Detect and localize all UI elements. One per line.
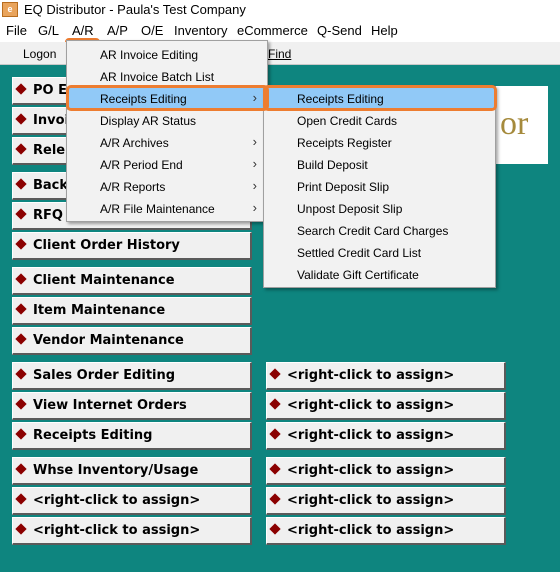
menu-ar[interactable]: A/R (72, 23, 94, 38)
annotation-outline-receipts (263, 85, 497, 111)
shortcut-label: Receipts Editing (33, 428, 153, 443)
shortcut-label: <right-click to assign> (287, 493, 455, 508)
bullet-icon (15, 273, 27, 285)
bullet-icon (15, 398, 27, 410)
shortcut-button[interactable]: Whse Inventory/Usage (12, 457, 252, 485)
logo-text: or (500, 105, 529, 142)
menu-item-print-deposit-slip[interactable]: Print Deposit Slip (264, 176, 495, 198)
shortcut-button[interactable]: <right-click to assign> (12, 487, 252, 515)
bullet-icon (15, 303, 27, 315)
receipts-submenu: Receipts Editing Open Credit Cards Recei… (263, 86, 496, 288)
ar-dropdown-menu: AR Invoice Editing AR Invoice Batch List… (66, 40, 268, 222)
shortcut-button[interactable]: <right-click to assign> (266, 457, 506, 485)
shortcut-button[interactable]: <right-click to assign> (266, 422, 506, 450)
bullet-icon (15, 238, 27, 250)
shortcut-label: <right-click to assign> (287, 523, 455, 538)
shortcut-button[interactable]: Sales Order Editing (12, 362, 252, 390)
shortcut-button[interactable]: Client Maintenance (12, 267, 252, 295)
bullet-icon (15, 143, 27, 155)
shortcut-label: <right-click to assign> (33, 523, 201, 538)
bullet-icon (15, 178, 27, 190)
bullet-icon (15, 428, 27, 440)
bullet-icon (15, 523, 27, 535)
menu-gl[interactable]: G/L (38, 23, 59, 38)
shortcut-label: Invoi (33, 113, 69, 128)
shortcut-label: Item Maintenance (33, 303, 166, 318)
menu-item-unpost-deposit-slip[interactable]: Unpost Deposit Slip (264, 198, 495, 220)
shortcut-label: Sales Order Editing (33, 368, 176, 383)
menu-item-open-credit-cards[interactable]: Open Credit Cards (264, 110, 495, 132)
shortcut-label: View Internet Orders (33, 398, 187, 413)
bullet-icon (269, 428, 281, 440)
menu-item-ar-invoice-editing[interactable]: AR Invoice Editing (67, 44, 267, 66)
menu-item-ar-reports[interactable]: A/R Reports › (67, 176, 267, 198)
bullet-icon (15, 463, 27, 475)
bullet-icon (269, 493, 281, 505)
menu-inventory[interactable]: Inventory (174, 23, 227, 38)
bullet-icon (269, 523, 281, 535)
shortcut-label: Client Maintenance (33, 273, 175, 288)
title-bar: e EQ Distributor - Paula's Test Company (0, 0, 560, 20)
shortcut-button[interactable]: <right-click to assign> (266, 392, 506, 420)
bullet-icon (15, 333, 27, 345)
shortcut-label: <right-click to assign> (287, 428, 455, 443)
menu-item-build-deposit[interactable]: Build Deposit (264, 154, 495, 176)
chevron-right-icon: › (252, 200, 257, 215)
bullet-icon (15, 83, 27, 95)
find-button[interactable]: Find (268, 47, 291, 61)
bullet-icon (15, 493, 27, 505)
menu-qsend[interactable]: Q-Send (317, 23, 362, 38)
menu-ecommerce[interactable]: eCommerce (237, 23, 308, 38)
shortcut-button[interactable]: <right-click to assign> (266, 517, 506, 545)
menu-item-ar-archives[interactable]: A/R Archives › (67, 132, 267, 154)
shortcut-label: <right-click to assign> (287, 463, 455, 478)
bullet-icon (269, 398, 281, 410)
shortcut-label: Rele (33, 143, 66, 158)
shortcut-button[interactable]: <right-click to assign> (12, 517, 252, 545)
shortcut-label: <right-click to assign> (287, 368, 455, 383)
bullet-icon (15, 208, 27, 220)
shortcut-button[interactable]: <right-click to assign> (266, 487, 506, 515)
menu-item-settled-credit-card-list[interactable]: Settled Credit Card List (264, 242, 495, 264)
menu-bar: File G/L A/R A/P O/E Inventory eCommerce… (0, 20, 560, 63)
menu-item-receipts-register[interactable]: Receipts Register (264, 132, 495, 154)
menu-item-validate-gift-certificate[interactable]: Validate Gift Certificate (264, 264, 495, 286)
chevron-right-icon: › (252, 178, 257, 193)
bullet-icon (15, 368, 27, 380)
logon-button[interactable]: Logon (23, 47, 56, 61)
shortcut-button[interactable]: Vendor Maintenance (12, 327, 252, 355)
shortcut-label: Whse Inventory/Usage (33, 463, 199, 478)
shortcut-label: <right-click to assign> (287, 398, 455, 413)
shortcut-button[interactable]: Receipts Editing (12, 422, 252, 450)
app-icon: e (2, 2, 18, 17)
shortcut-button[interactable]: <right-click to assign> (266, 362, 506, 390)
shortcut-button[interactable]: Client Order History (12, 232, 252, 260)
bullet-icon (15, 113, 27, 125)
shortcut-label: Back (33, 178, 69, 193)
shortcut-label: PO E (33, 83, 67, 98)
menu-oe[interactable]: O/E (141, 23, 163, 38)
shortcut-label: Client Order History (33, 238, 180, 253)
chevron-right-icon: › (252, 156, 257, 171)
chevron-right-icon: › (252, 134, 257, 149)
menu-item-display-ar-status[interactable]: Display AR Status (67, 110, 267, 132)
shortcut-label: Vendor Maintenance (33, 333, 184, 348)
shortcut-button[interactable]: View Internet Orders (12, 392, 252, 420)
menu-ap[interactable]: A/P (107, 23, 128, 38)
menu-item-ar-file-maintenance[interactable]: A/R File Maintenance › (67, 198, 267, 220)
menu-item-search-credit-card-charges[interactable]: Search Credit Card Charges (264, 220, 495, 242)
shortcut-button[interactable]: Item Maintenance (12, 297, 252, 325)
shortcut-label: RFQ (33, 208, 63, 223)
bullet-icon (269, 368, 281, 380)
menu-help[interactable]: Help (371, 23, 398, 38)
menu-file[interactable]: File (6, 23, 27, 38)
annotation-outline-ar (66, 85, 269, 111)
menu-item-ar-period-end[interactable]: A/R Period End › (67, 154, 267, 176)
window-title: EQ Distributor - Paula's Test Company (24, 2, 246, 17)
shortcut-label: <right-click to assign> (33, 493, 201, 508)
bullet-icon (269, 463, 281, 475)
